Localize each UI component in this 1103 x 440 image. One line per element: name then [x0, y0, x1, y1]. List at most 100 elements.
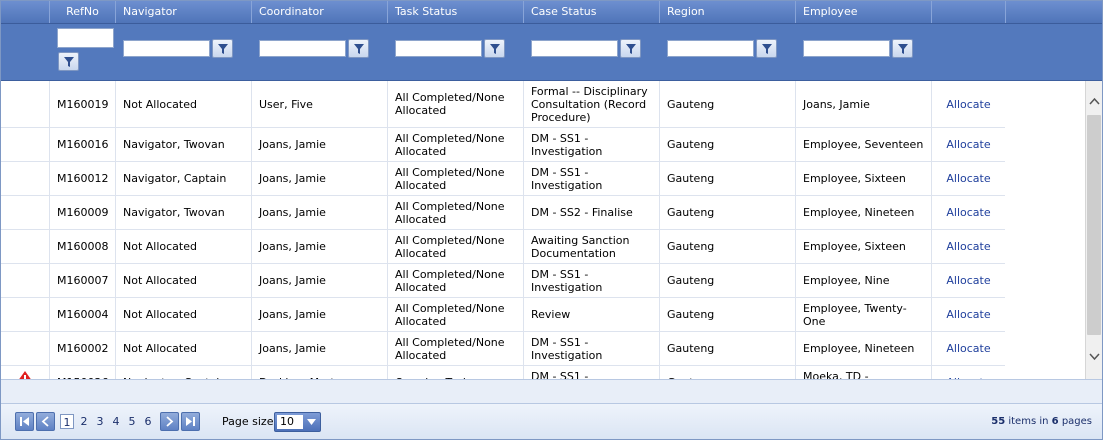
caret-down-icon — [307, 419, 316, 425]
header-refno[interactable]: RefNo — [49, 1, 115, 23]
employee-filter-input[interactable] — [803, 40, 890, 57]
row-indicator — [1, 81, 49, 127]
page-size-select[interactable]: 10 — [274, 412, 321, 432]
cell-case-status: Formal -- Disciplinary Consultation (Rec… — [523, 81, 659, 127]
allocate-link[interactable]: Allocate — [931, 128, 1005, 161]
header-case-status[interactable]: Case Status — [523, 1, 659, 23]
table-row[interactable]: M160007 Not Allocated Joans, Jamie All C… — [1, 264, 1005, 298]
header-task-status[interactable]: Task Status — [387, 1, 523, 23]
cell-employee: Employee, Nine — [795, 264, 931, 297]
page-5-link[interactable]: 5 — [125, 414, 139, 429]
cell-task-status: All Completed/None Allocated — [387, 128, 523, 161]
cell-task-status: All Completed/None Allocated — [387, 196, 523, 229]
page-1-link[interactable]: 1 — [60, 414, 74, 429]
cell-employee: Employee, Nineteen — [795, 332, 931, 365]
region-filter-button[interactable] — [756, 39, 777, 58]
cell-refno: M160012 — [49, 162, 115, 195]
row-indicator — [1, 332, 49, 365]
cell-case-status: DM - SS1 - Investigation — [523, 366, 659, 379]
page-2-link[interactable]: 2 — [77, 414, 91, 429]
cell-region: Gauteng — [659, 196, 795, 229]
pages-count: 6 — [1051, 416, 1059, 427]
page-6-link[interactable]: 6 — [141, 414, 155, 429]
filter-icon — [64, 57, 74, 67]
region-filter-input[interactable] — [667, 40, 754, 57]
cell-case-status: DM - SS1 - Investigation — [523, 264, 659, 297]
navigator-filter-button[interactable] — [212, 39, 233, 58]
page-size-value: 10 — [277, 415, 303, 429]
allocate-link[interactable]: Allocate — [931, 230, 1005, 263]
row-indicator — [1, 128, 49, 161]
refno-filter-button[interactable] — [58, 52, 79, 71]
cell-coordinator: Drukker, Mart — [251, 366, 387, 379]
last-page-button[interactable] — [181, 412, 200, 431]
navigator-filter-input[interactable] — [123, 40, 210, 57]
chevron-up-icon[interactable] — [1089, 97, 1100, 105]
row-indicator — [1, 230, 49, 263]
cell-task-status: All Completed/None Allocated — [387, 332, 523, 365]
prev-page-button[interactable] — [36, 412, 55, 431]
table-row[interactable]: M160008 Not Allocated Joans, Jamie All C… — [1, 230, 1005, 264]
cell-navigator: Navigator, Captain — [115, 162, 251, 195]
header-employee[interactable]: Employee — [795, 1, 931, 23]
allocate-link[interactable]: Allocate — [931, 264, 1005, 297]
cell-employee: Employee, Seventeen — [795, 128, 931, 161]
table-row[interactable]: M160019 Not Allocated User, Five All Com… — [1, 81, 1005, 128]
refno-filter-input[interactable] — [57, 28, 114, 48]
first-page-icon — [20, 417, 29, 426]
cell-region: Gauteng — [659, 264, 795, 297]
filter-icon — [762, 44, 772, 54]
cell-coordinator: Joans, Jamie — [251, 162, 387, 195]
chevron-down-icon[interactable] — [1089, 353, 1100, 361]
cell-navigator: Not Allocated — [115, 332, 251, 365]
allocate-link[interactable]: Allocate — [931, 366, 1005, 379]
table-row[interactable]: M160016 Navigator, Twovan Joans, Jamie A… — [1, 128, 1005, 162]
cell-employee: Moeka, TD - 00008112 — [795, 366, 931, 379]
allocate-link[interactable]: Allocate — [931, 196, 1005, 229]
page-4-link[interactable]: 4 — [109, 414, 123, 429]
coordinator-filter-input[interactable] — [259, 40, 346, 57]
header-coordinator[interactable]: Coordinator — [251, 1, 387, 23]
allocate-link[interactable]: Allocate — [931, 298, 1005, 331]
page-size-label: Page size: — [222, 415, 278, 428]
cell-coordinator: User, Five — [251, 81, 387, 127]
cell-region: Gauteng — [659, 162, 795, 195]
scrollbar-thumb[interactable] — [1087, 115, 1101, 335]
grid-header: RefNo Navigator Coordinator Task Status … — [1, 1, 1102, 24]
filter-icon — [218, 44, 228, 54]
cell-task-status: All Completed/None Allocated — [387, 298, 523, 331]
table-row[interactable]: M160012 Navigator, Captain Joans, Jamie … — [1, 162, 1005, 196]
header-navigator[interactable]: Navigator — [115, 1, 251, 23]
cell-coordinator: Joans, Jamie — [251, 298, 387, 331]
cell-region: Gauteng — [659, 298, 795, 331]
cell-refno: M160002 — [49, 332, 115, 365]
allocate-link[interactable]: Allocate — [931, 162, 1005, 195]
table-row[interactable]: M160002 Not Allocated Joans, Jamie All C… — [1, 332, 1005, 366]
cell-task-status: All Completed/None Allocated — [387, 81, 523, 127]
cell-case-status: DM - SS2 - Finalise — [523, 196, 659, 229]
cell-case-status: DM - SS1 - Investigation — [523, 162, 659, 195]
case-status-filter-input[interactable] — [531, 40, 618, 57]
coordinator-filter-button[interactable] — [348, 39, 369, 58]
allocate-link[interactable]: Allocate — [931, 332, 1005, 365]
cell-refno: M150026 — [49, 366, 115, 379]
grid-body: M160019 Not Allocated User, Five All Com… — [1, 81, 1085, 379]
header-region[interactable]: Region — [659, 1, 795, 23]
filter-icon — [354, 44, 364, 54]
task-status-filter-button[interactable] — [484, 39, 505, 58]
next-page-button[interactable] — [160, 412, 179, 431]
table-row[interactable]: M160009 Navigator, Twovan Joans, Jamie A… — [1, 196, 1005, 230]
page-3-link[interactable]: 3 — [93, 414, 107, 429]
cell-employee: Employee, Sixteen — [795, 230, 931, 263]
employee-filter-button[interactable] — [892, 39, 913, 58]
pages-text: pages — [1061, 416, 1092, 427]
vertical-scrollbar[interactable] — [1085, 81, 1102, 379]
first-page-button[interactable] — [15, 412, 34, 431]
allocate-link[interactable]: Allocate — [931, 81, 1005, 127]
table-row[interactable]: M160004 Not Allocated Joans, Jamie All C… — [1, 298, 1005, 332]
task-status-filter-input[interactable] — [395, 40, 482, 57]
table-row[interactable]: M150026 Navigator, Captain Drukker, Mart… — [1, 366, 1005, 379]
header-filler — [1005, 1, 1102, 23]
cell-task-status: Overdue Tasks — [387, 366, 523, 379]
case-status-filter-button[interactable] — [620, 39, 641, 58]
